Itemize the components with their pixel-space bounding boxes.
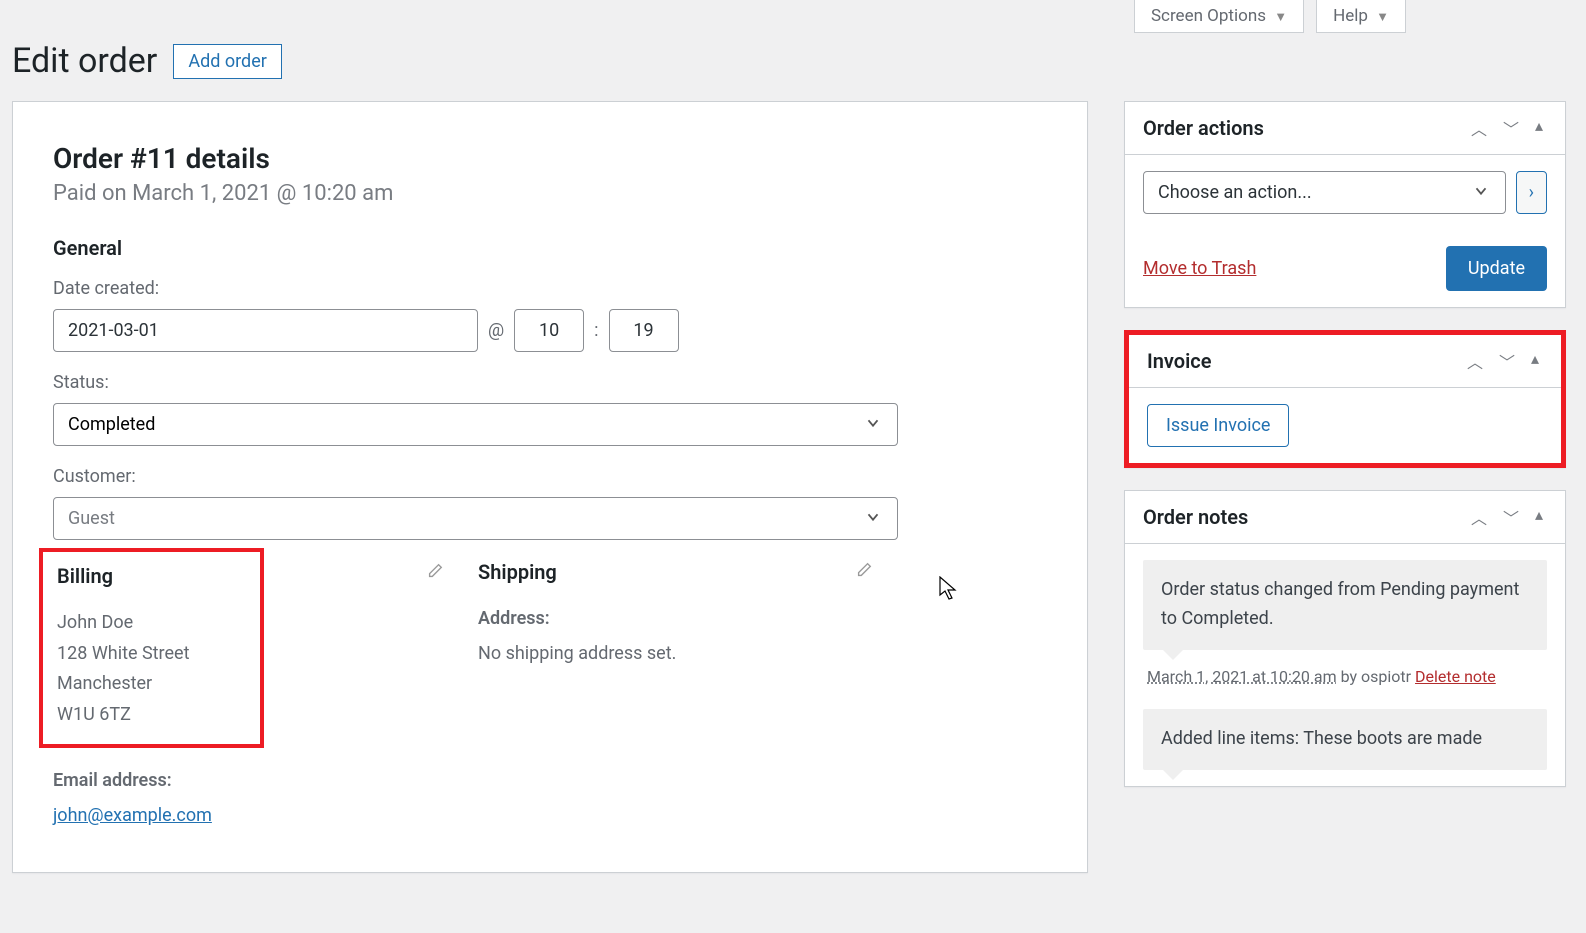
help-button[interactable]: Help ▼ (1316, 0, 1406, 33)
order-note: Order status changed from Pending paymen… (1143, 560, 1547, 650)
toggle-panel-icon[interactable]: ▴ (1531, 505, 1547, 529)
shipping-address-value: No shipping address set. (478, 639, 903, 670)
order-note-meta: March 1, 2021 at 10:20 am by ospiotr Del… (1143, 664, 1547, 690)
move-up-icon[interactable]: ︿ (1467, 116, 1491, 140)
toggle-panel-icon[interactable]: ▴ (1531, 116, 1547, 140)
billing-heading: Billing (57, 564, 113, 588)
apply-action-button[interactable]: › (1516, 171, 1547, 214)
update-button[interactable]: Update (1446, 246, 1547, 291)
order-details-panel: Order #11 details Paid on March 1, 2021 … (12, 101, 1088, 873)
email-label: Email address: (53, 766, 478, 797)
order-notes-panel: Order notes ︿ ﹀ ▴ Order status changed f… (1124, 490, 1566, 787)
order-note: Added line items: These boots are made (1143, 709, 1547, 770)
customer-select[interactable]: Guest (53, 497, 898, 540)
add-order-button[interactable]: Add order (173, 44, 282, 79)
order-subtitle: Paid on March 1, 2021 @ 10:20 am (53, 181, 1047, 206)
colon-separator: : (594, 320, 598, 341)
move-down-icon[interactable]: ﹀ (1499, 116, 1523, 140)
customer-label: Customer: (53, 466, 1047, 487)
invoice-panel: Invoice ︿ ﹀ ▴ Issue Invoice (1124, 330, 1566, 468)
caret-down-icon: ▼ (1274, 10, 1287, 25)
date-input[interactable] (53, 309, 478, 352)
move-to-trash-link[interactable]: Move to Trash (1143, 258, 1256, 279)
toggle-panel-icon[interactable]: ▴ (1527, 349, 1543, 373)
page-title: Edit order (12, 41, 157, 81)
move-up-icon[interactable]: ︿ (1463, 349, 1487, 373)
issue-invoice-button[interactable]: Issue Invoice (1147, 404, 1289, 447)
email-link[interactable]: john@example.com (53, 805, 212, 826)
invoice-title: Invoice (1147, 349, 1212, 373)
date-created-label: Date created: (53, 278, 1047, 299)
order-heading: Order #11 details (53, 142, 1047, 175)
shipping-heading: Shipping (478, 560, 557, 584)
general-heading: General (53, 236, 1047, 260)
hour-input[interactable] (514, 309, 584, 352)
status-select[interactable]: Completed (53, 403, 898, 446)
minute-input[interactable] (609, 309, 679, 352)
billing-address: John Doe 128 White Street Manchester W1U… (57, 608, 200, 730)
move-down-icon[interactable]: ﹀ (1499, 505, 1523, 529)
status-label: Status: (53, 372, 1047, 393)
move-down-icon[interactable]: ﹀ (1495, 349, 1519, 373)
at-separator: @ (488, 320, 504, 341)
move-up-icon[interactable]: ︿ (1467, 505, 1491, 529)
action-select[interactable]: Choose an action... (1143, 171, 1506, 214)
screen-options-button[interactable]: Screen Options ▼ (1134, 0, 1304, 33)
delete-note-link[interactable]: Delete note (1415, 667, 1496, 686)
order-notes-title: Order notes (1143, 505, 1248, 529)
shipping-address-label: Address: (478, 604, 903, 635)
order-actions-title: Order actions (1143, 116, 1264, 140)
pencil-icon[interactable] (855, 561, 873, 583)
order-actions-panel: Order actions ︿ ﹀ ▴ Choose an action... … (1124, 101, 1566, 308)
pencil-icon[interactable] (426, 562, 444, 584)
caret-down-icon: ▼ (1376, 10, 1389, 25)
